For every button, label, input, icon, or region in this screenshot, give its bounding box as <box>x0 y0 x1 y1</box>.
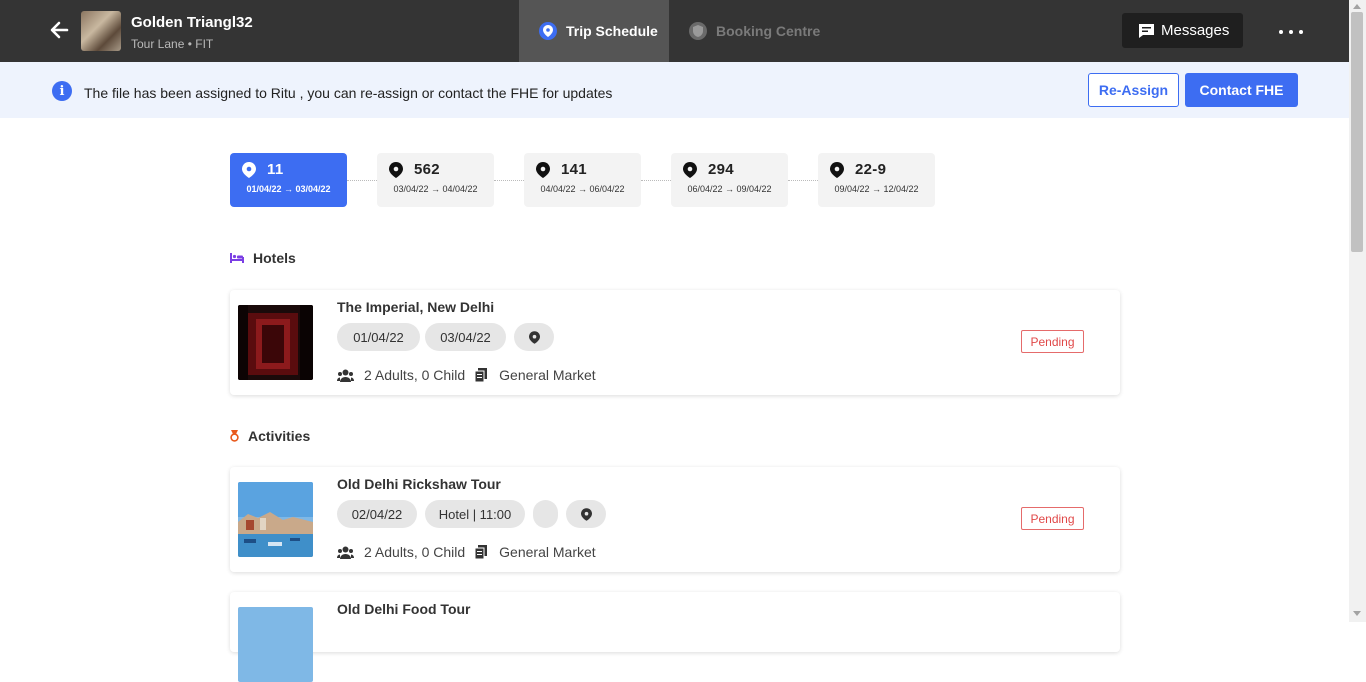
more-options-icon[interactable] <box>1279 27 1303 37</box>
shield-icon <box>689 22 707 40</box>
check-in-date: 01/04/22 <box>337 323 420 351</box>
market-label: General Market <box>499 367 596 383</box>
document-icon <box>475 545 488 559</box>
status-badge: Pending <box>1021 507 1084 530</box>
destination-step[interactable]: 562 03/04/22 → 04/04/22 <box>377 153 494 207</box>
tab-trip-schedule[interactable]: Trip Schedule <box>519 0 669 62</box>
activity-image <box>238 482 313 557</box>
activity-image <box>238 607 313 682</box>
notice-text: The file has been assigned to Ritu , you… <box>84 85 613 101</box>
tab-label: Booking Centre <box>716 23 821 39</box>
scroll-down-arrow-icon[interactable] <box>1353 611 1361 616</box>
destination-dates: 01/04/22 → 03/04/22 <box>246 184 331 194</box>
tab-label: Trip Schedule <box>566 23 658 39</box>
pickup-time: Hotel | 11:00 <box>425 500 525 528</box>
activities-heading: Activities <box>230 428 310 444</box>
location-pin-icon <box>389 162 403 178</box>
assignment-notice: i The file has been assigned to Ritu , y… <box>0 62 1349 118</box>
messages-label: Messages <box>1161 22 1230 39</box>
destination-step[interactable]: 294 06/04/22 → 09/04/22 <box>671 153 788 207</box>
destination-name: 562 <box>414 161 440 178</box>
medal-icon <box>230 430 239 442</box>
location-pin-icon <box>539 22 557 40</box>
stepper-connector <box>494 180 524 181</box>
destination-name: 141 <box>561 161 587 178</box>
activity-card[interactable]: Old Delhi Rickshaw Tour 02/04/22 Hotel |… <box>230 467 1120 572</box>
destination-dates: 06/04/22 → 09/04/22 <box>687 184 772 194</box>
hotel-image <box>238 305 313 380</box>
users-icon <box>337 546 354 559</box>
activity-name: Old Delhi Rickshaw Tour <box>337 476 501 492</box>
page-scrollbar[interactable] <box>1349 0 1366 622</box>
top-bar: Golden Triangl32 Tour Lane • FIT Trip Sc… <box>0 0 1349 62</box>
destination-step[interactable]: 11 01/04/22 → 03/04/22 <box>230 153 347 207</box>
scroll-up-arrow-icon[interactable] <box>1353 4 1361 9</box>
tab-booking-centre[interactable]: Booking Centre <box>669 0 829 62</box>
empty-pill <box>533 500 558 528</box>
location-pin-icon <box>528 330 540 344</box>
activity-card[interactable]: Old Delhi Food Tour <box>230 592 1120 682</box>
hotels-heading: Hotels <box>230 250 296 266</box>
guest-count: 2 Adults, 0 Child <box>364 544 466 560</box>
location-button[interactable] <box>566 500 606 528</box>
guest-count: 2 Adults, 0 Child <box>364 367 466 383</box>
status-badge: Pending <box>1021 330 1084 353</box>
scrollbar-thumb[interactable] <box>1351 12 1363 252</box>
reassign-button[interactable]: Re-Assign <box>1088 73 1179 107</box>
users-icon <box>337 369 354 382</box>
stepper-connector <box>641 180 671 181</box>
destination-step[interactable]: 22-9 09/04/22 → 12/04/22 <box>818 153 935 207</box>
location-pin-icon <box>580 507 592 521</box>
activity-meta: 2 Adults, 0 Child General Market <box>337 544 596 560</box>
back-arrow-icon[interactable] <box>48 19 70 41</box>
destination-name: 22-9 <box>855 161 887 178</box>
trip-title: Golden Triangl32 <box>131 14 253 31</box>
activity-date: 02/04/22 <box>337 500 417 528</box>
check-out-date: 03/04/22 <box>425 323 506 351</box>
location-button[interactable] <box>514 323 554 351</box>
messages-button[interactable]: Messages <box>1122 13 1243 48</box>
stepper-connector <box>788 180 818 181</box>
market-label: General Market <box>499 544 596 560</box>
location-pin-icon <box>536 162 550 178</box>
stepper-connector <box>347 180 377 181</box>
activity-name: Old Delhi Food Tour <box>337 601 471 617</box>
destination-name: 294 <box>708 161 734 178</box>
destination-name: 11 <box>267 161 284 178</box>
document-icon <box>475 368 488 382</box>
info-icon: i <box>52 81 72 101</box>
trip-thumbnail <box>81 11 121 51</box>
destination-step[interactable]: 141 04/04/22 → 06/04/22 <box>524 153 641 207</box>
destination-dates: 09/04/22 → 12/04/22 <box>834 184 919 194</box>
contact-fhe-button[interactable]: Contact FHE <box>1185 73 1298 107</box>
chat-icon <box>1139 23 1154 38</box>
bed-icon <box>230 253 244 263</box>
hotel-meta: 2 Adults, 0 Child General Market <box>337 367 596 383</box>
trip-subtitle: Tour Lane • FIT <box>131 37 214 51</box>
destination-dates: 03/04/22 → 04/04/22 <box>393 184 478 194</box>
destination-dates: 04/04/22 → 06/04/22 <box>540 184 625 194</box>
hotel-card[interactable]: The Imperial, New Delhi 01/04/22 03/04/2… <box>230 290 1120 395</box>
location-pin-icon <box>242 162 256 178</box>
location-pin-icon <box>683 162 697 178</box>
location-pin-icon <box>830 162 844 178</box>
hotel-name: The Imperial, New Delhi <box>337 299 495 315</box>
